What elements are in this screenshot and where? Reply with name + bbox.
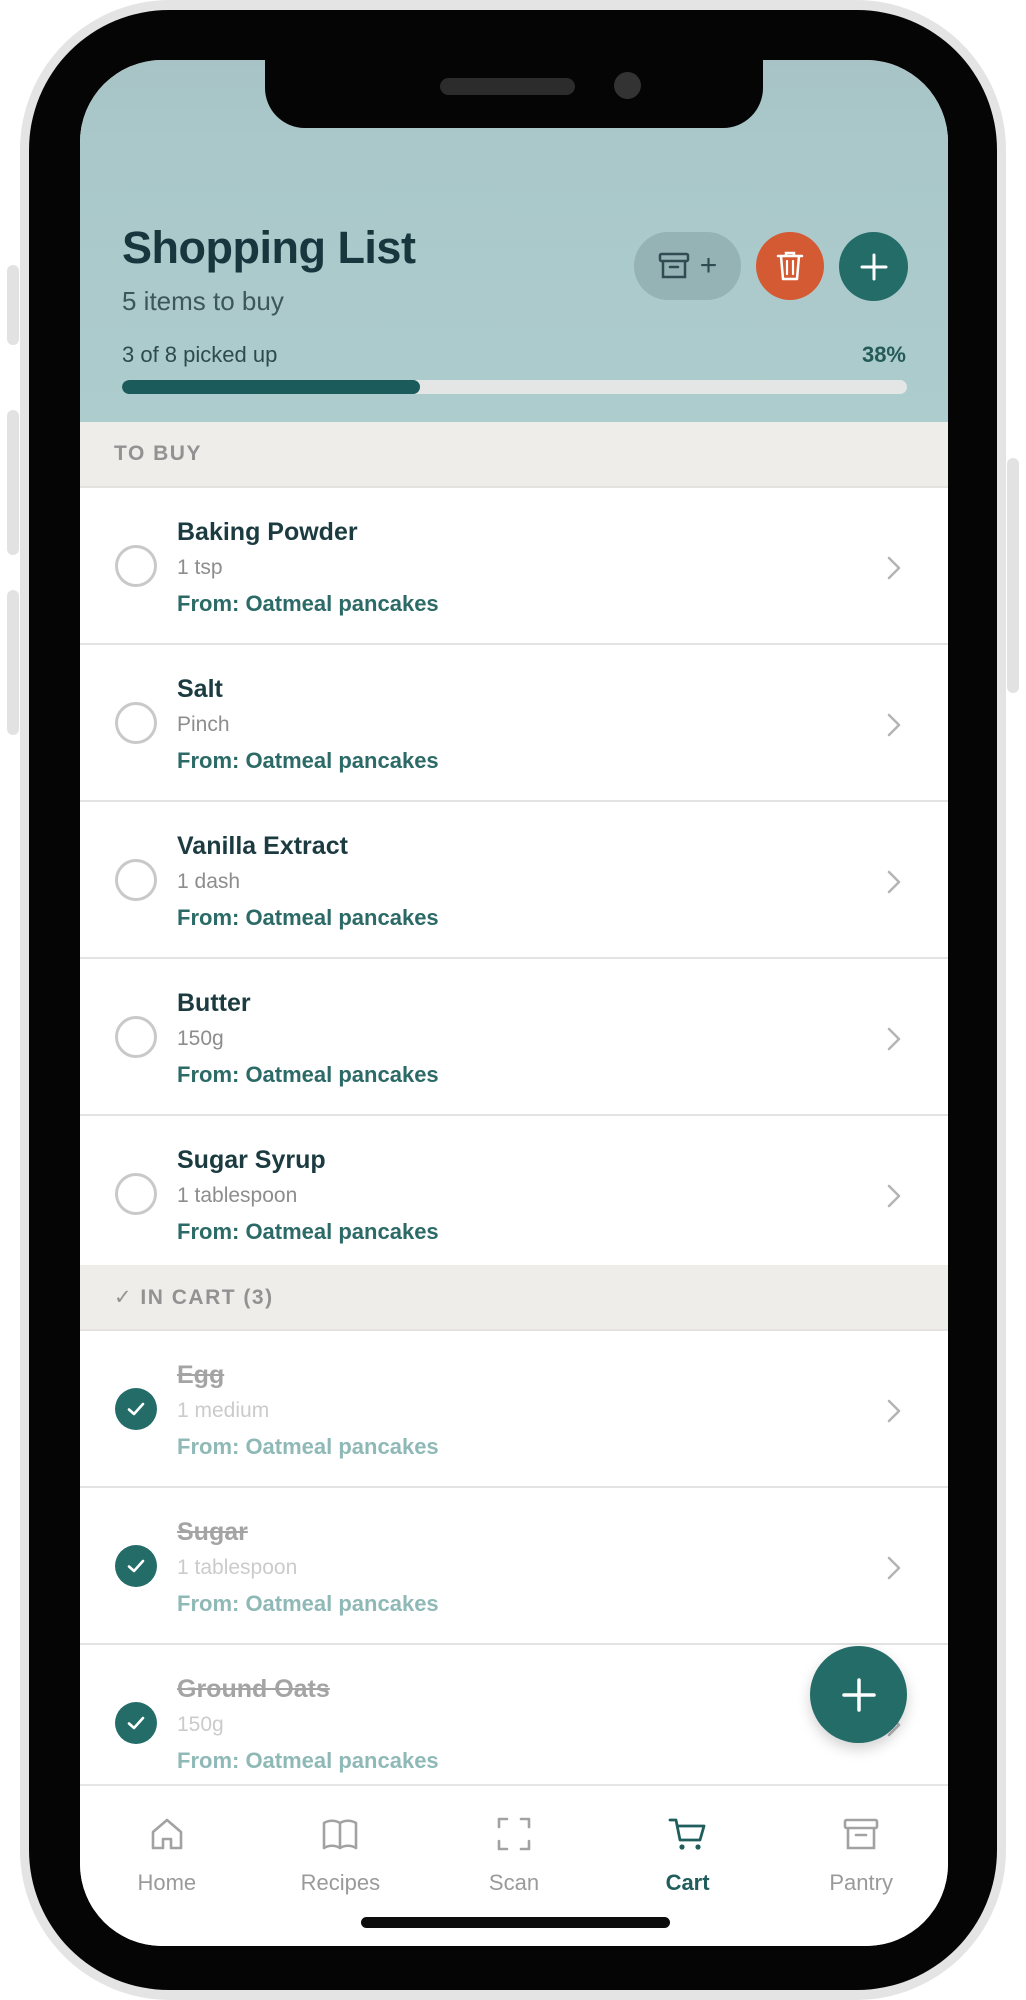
home-icon [151, 1818, 183, 1850]
chevron-right-icon [887, 1556, 901, 1580]
power-button [1007, 458, 1019, 693]
section-header-to-buy: TO BUY [80, 422, 948, 488]
tab-label: Home [137, 1870, 197, 1895]
archive-icon [843, 1818, 879, 1850]
add-item-button[interactable] [839, 232, 908, 301]
section-header-in-cart: ✓ IN CART (3) [80, 1265, 948, 1331]
item-source-recipe: From: Oatmeal pancakes [177, 1219, 439, 1244]
list-item[interactable]: Vanilla Extract 1 dash From: Oatmeal panca… [80, 804, 948, 959]
item-name: Salt [177, 675, 223, 703]
home-indicator [361, 1917, 670, 1928]
cart-icon [668, 1818, 705, 1850]
item-name: Egg [177, 1361, 225, 1389]
plus-icon: + [699, 249, 718, 282]
page-title: Shopping List [122, 222, 416, 273]
item-name: Vanilla Extract [177, 832, 348, 860]
chevron-right-icon [887, 713, 901, 737]
notch [265, 60, 763, 128]
app-screen: Shopping List 5 items to buy + 3 of 8 pi… [80, 60, 948, 1946]
item-name: Sugar Syrup [177, 1146, 326, 1174]
chevron-right-icon [887, 870, 901, 894]
trash-icon [776, 251, 804, 281]
item-quantity: 1 medium [177, 1399, 270, 1422]
item-source-recipe: From: Oatmeal pancakes [177, 1591, 439, 1616]
checkbox[interactable] [115, 1173, 157, 1215]
item-name: Butter [177, 989, 251, 1017]
list-item[interactable]: Egg 1 medium From: Oatmeal pancakes [80, 1333, 948, 1488]
plus-icon [860, 253, 887, 280]
scan-icon [497, 1817, 531, 1851]
speaker [440, 78, 575, 95]
tab-label: Recipes [300, 1870, 381, 1895]
progress-bar-fill [122, 380, 421, 394]
checkmark-icon [127, 1716, 145, 1730]
chevron-right-icon [887, 1184, 901, 1208]
tab-pantry[interactable]: Pantry [774, 1786, 948, 1946]
tab-label: Cart [665, 1870, 710, 1895]
list-item[interactable]: Butter 150g From: Oatmeal pancakes [80, 961, 948, 1116]
checked-checkbox[interactable] [115, 1702, 157, 1744]
item-quantity: 1 tsp [177, 556, 223, 579]
item-source-recipe: From: Oatmeal pancakes [177, 1434, 439, 1459]
item-source-recipe: From: Oatmeal pancakes [177, 1748, 439, 1773]
checkbox[interactable] [115, 1016, 157, 1058]
clear-list-button[interactable] [756, 232, 824, 300]
checkbox[interactable] [115, 859, 157, 901]
archive-icon [658, 252, 689, 279]
item-source-recipe: From: Oatmeal pancakes [177, 591, 439, 616]
chevron-right-icon [887, 556, 901, 580]
floating-add-button[interactable] [810, 1646, 907, 1743]
item-source-recipe: From: Oatmeal pancakes [177, 748, 439, 773]
list-item[interactable]: Salt Pinch From: Oatmeal pancakes [80, 647, 948, 802]
item-quantity: 1 dash [177, 870, 241, 893]
checkmark-icon [127, 1402, 145, 1416]
list-item[interactable]: Baking Powder 1 tsp From: Oatmeal pancakes [80, 490, 948, 645]
plus-icon [841, 1677, 876, 1712]
item-quantity: 1 tablespoon [177, 1184, 298, 1207]
tab-label: Scan [488, 1870, 540, 1895]
archive-add-button[interactable]: + [634, 232, 741, 300]
front-camera [614, 72, 641, 99]
checkmark-icon [127, 1559, 145, 1573]
item-quantity: Pinch [177, 713, 230, 736]
list-item[interactable]: Sugar Syrup 1 tablespoon From: Oatmeal pan… [80, 1118, 948, 1273]
chevron-right-icon [887, 1399, 901, 1423]
item-source-recipe: From: Oatmeal pancakes [177, 1062, 439, 1087]
checked-checkbox[interactable] [115, 1545, 157, 1587]
checkbox[interactable] [115, 702, 157, 744]
list-item[interactable]: Sugar 1 tablespoon From: Oatmeal pancakes [80, 1490, 948, 1645]
item-quantity: 150g [177, 1713, 224, 1736]
items-to-buy-count: 5 items to buy [122, 286, 284, 316]
volume-down-button [7, 590, 19, 735]
item-source-recipe: From: Oatmeal pancakes [177, 905, 439, 930]
mute-switch [7, 265, 19, 345]
chevron-right-icon [887, 1027, 901, 1051]
item-name: Sugar [177, 1518, 248, 1546]
item-quantity: 150g [177, 1027, 224, 1050]
tab-label: Pantry [829, 1870, 893, 1895]
item-quantity: 1 tablespoon [177, 1556, 298, 1579]
book-icon [323, 1819, 358, 1850]
item-name: Ground Oats [177, 1675, 330, 1703]
volume-up-button [7, 410, 19, 555]
progress-label: 3 of 8 picked up [122, 342, 278, 367]
progress-percent: 38% [861, 342, 906, 367]
checked-checkbox[interactable] [115, 1388, 157, 1430]
tab-home[interactable]: Home [80, 1786, 254, 1946]
checkbox[interactable] [115, 545, 157, 587]
progress-bar [122, 380, 907, 394]
item-name: Baking Powder [177, 518, 358, 546]
